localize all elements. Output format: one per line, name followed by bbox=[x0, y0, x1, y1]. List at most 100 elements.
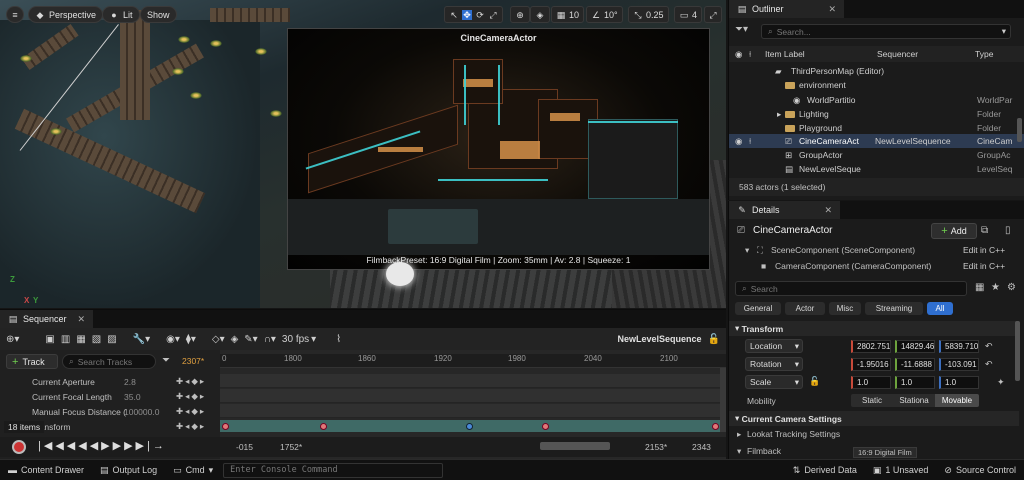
track-row[interactable]: Manual Focus Distance (100000.0 ✚◂◆▸ bbox=[0, 404, 220, 419]
reset-icon[interactable]: ↶ bbox=[985, 359, 993, 370]
scale-z[interactable]: 1.0 bbox=[939, 376, 979, 389]
pen-icon[interactable]: ✎▾ bbox=[244, 334, 257, 345]
film-icon[interactable]: ▦ bbox=[76, 334, 85, 345]
outliner-row[interactable]: ▸ Lighting Folder bbox=[729, 107, 1024, 121]
lock-icon[interactable]: 🔓 bbox=[809, 376, 820, 387]
actor-name[interactable]: CineCameraActor bbox=[753, 225, 832, 236]
playback-controls[interactable]: |◀◀◀◀◀▶▶▶▶|→ bbox=[38, 439, 167, 452]
visibility-icon[interactable]: ◉ bbox=[735, 136, 742, 147]
keyframe[interactable] bbox=[542, 423, 549, 430]
lock-icon[interactable]: 🔓 bbox=[708, 334, 720, 345]
keyframe[interactable] bbox=[712, 423, 719, 430]
location-dropdown[interactable]: Location ▾ bbox=[745, 339, 803, 353]
filter-funnel-icon[interactable]: ⏷ bbox=[162, 355, 170, 366]
key-controls-icon[interactable]: ✚◂◆▸ bbox=[176, 421, 206, 432]
range-start[interactable]: 1752* bbox=[280, 442, 302, 452]
edit-in-cpp-link[interactable]: Edit in C++ bbox=[963, 261, 1005, 271]
track-row[interactable]: Current Aperture 2.8 ✚◂◆▸ bbox=[0, 374, 220, 389]
outliner-row[interactable]: ◉ WorldPartitio WorldPar bbox=[729, 93, 1024, 107]
pin-icon[interactable]: ⍿ bbox=[749, 136, 751, 147]
scale-y[interactable]: 1.0 bbox=[895, 376, 935, 389]
filmback-row[interactable]: ▾ Filmback 16:9 Digital Film bbox=[729, 446, 1019, 459]
fps-dropdown[interactable]: 30 fps ▾ bbox=[282, 334, 316, 345]
lookat-row[interactable]: ▸ Lookat Tracking Settings bbox=[729, 429, 1019, 443]
pick-icon[interactable]: ✦ bbox=[997, 377, 1005, 388]
render-icon[interactable]: ▧ bbox=[92, 334, 101, 345]
filter-general[interactable]: General bbox=[735, 302, 781, 315]
curve-editor-icon[interactable]: ⌇ bbox=[336, 334, 341, 345]
key-controls-icon[interactable]: ✚◂◆▸ bbox=[176, 406, 206, 417]
add-track-button[interactable]: + Track bbox=[6, 354, 58, 369]
grid-snap-button[interactable]: ▦ 10 bbox=[551, 6, 585, 23]
derived-data-button[interactable]: ⇅ Derived Data bbox=[785, 460, 865, 480]
viewport-menu-button[interactable]: ≡ bbox=[6, 6, 24, 23]
close-icon[interactable]: ✕ bbox=[829, 4, 837, 15]
key-controls-icon[interactable]: ✚◂◆▸ bbox=[176, 391, 206, 402]
edit-in-cpp-link[interactable]: Edit in C++ bbox=[963, 245, 1005, 255]
save-as-icon[interactable]: ▥ bbox=[61, 334, 70, 345]
outliner-row[interactable]: ▤ NewLevelSeque LevelSeq bbox=[729, 162, 1024, 176]
current-frame[interactable]: 2307* bbox=[182, 356, 204, 366]
close-icon[interactable]: ✕ bbox=[78, 314, 86, 325]
maximize-viewport-button[interactable]: ⤢ bbox=[704, 6, 722, 23]
transform-key-lane[interactable] bbox=[220, 420, 720, 432]
location-x[interactable]: 2802.751 bbox=[851, 340, 891, 353]
component-row[interactable]: ▾ ⛶ SceneComponent (SceneComponent) Edit in… bbox=[729, 245, 1019, 259]
more-icon[interactable]: ▯ bbox=[1005, 225, 1011, 236]
filmback-dropdown[interactable]: 16:9 Digital Film bbox=[853, 447, 917, 458]
filter-misc[interactable]: Misc bbox=[829, 302, 861, 315]
mobility-movable[interactable]: Movable bbox=[935, 394, 979, 407]
type-column[interactable]: Type bbox=[975, 49, 993, 59]
track-value[interactable]: 100000.0 bbox=[124, 407, 159, 417]
show-button[interactable]: Show bbox=[140, 6, 177, 23]
unsaved-button[interactable]: ▣ 1 Unsaved bbox=[865, 460, 937, 480]
add-component-button[interactable]: + Add bbox=[931, 223, 977, 239]
console-input[interactable]: Enter Console Command bbox=[223, 462, 444, 478]
rotation-y[interactable]: -11.6888 bbox=[895, 358, 935, 371]
track-lane[interactable] bbox=[220, 404, 720, 418]
keyframe-selected[interactable] bbox=[466, 423, 473, 430]
track-search[interactable]: ⌕ Search Tracks bbox=[62, 354, 156, 369]
rotate-icon[interactable]: ⟳ bbox=[475, 10, 485, 20]
angle-snap-button[interactable]: ∠ 10° bbox=[586, 6, 623, 23]
outliner-row[interactable]: ⊞ GroupActor GroupAc bbox=[729, 148, 1024, 162]
settings-icon[interactable]: ⚙ bbox=[1007, 282, 1016, 293]
camera-speed-button[interactable]: ▭ 4 bbox=[674, 6, 703, 23]
save-icon[interactable]: ▣ bbox=[45, 334, 54, 345]
sequencer-column[interactable]: Sequencer bbox=[877, 49, 918, 59]
outliner-row-selected[interactable]: ◉ ⍿ ⎚ CineCameraAct NewLevelSequence CineCam bbox=[729, 134, 1024, 148]
outliner-tab[interactable]: ▤ Outliner ✕ bbox=[729, 0, 845, 18]
range-end-right[interactable]: 2343 bbox=[692, 442, 711, 452]
track-row[interactable]: Current Focal Length 35.0 ✚◂◆▸ bbox=[0, 389, 220, 404]
outliner-search[interactable]: ⌕ Search... ▾ bbox=[761, 24, 1011, 39]
level-viewport[interactable]: ≡ ◆ Perspective ● Lit Show ↖ ✥ ⟳ ⤢ ⊕ ◈ ▦ 10… bbox=[0, 0, 726, 308]
key-icon[interactable]: ◇▾ bbox=[212, 334, 225, 345]
range-start-left[interactable]: -015 bbox=[236, 442, 253, 452]
sequencer-tab[interactable]: ▤ Sequencer ✕ bbox=[0, 310, 94, 328]
track-value[interactable]: 2.8 bbox=[124, 377, 136, 387]
mobility-stationary[interactable]: Stationa bbox=[893, 394, 935, 407]
rotation-x[interactable]: -1.95016 bbox=[851, 358, 891, 371]
filter-icon[interactable]: ⧫▾ bbox=[186, 334, 196, 345]
outliner-row[interactable]: Playground Folder bbox=[729, 121, 1024, 135]
keyframe[interactable] bbox=[222, 423, 229, 430]
scale-x[interactable]: 1.0 bbox=[851, 376, 891, 389]
eye-icon[interactable]: ◉▾ bbox=[166, 334, 180, 345]
star-icon[interactable]: ★ bbox=[991, 282, 1000, 293]
mobility-static[interactable]: Static bbox=[851, 394, 893, 407]
camera-cut-icon[interactable]: ▨ bbox=[107, 334, 116, 345]
world-icon[interactable]: ⊕▾ bbox=[6, 334, 19, 345]
content-drawer-button[interactable]: ▬ Content Drawer bbox=[0, 460, 92, 480]
track-lane[interactable] bbox=[220, 389, 720, 403]
perspective-button[interactable]: ◆ Perspective bbox=[28, 6, 104, 23]
surface-snap-toggle[interactable]: ◈ bbox=[530, 6, 550, 23]
reset-icon[interactable]: ↶ bbox=[985, 341, 993, 352]
rotation-z[interactable]: -103.091 bbox=[939, 358, 979, 371]
details-scrollbar[interactable] bbox=[1015, 321, 1020, 381]
key-auto-icon[interactable]: ◈ bbox=[231, 334, 239, 345]
source-control-button[interactable]: ⊘ Source Control bbox=[936, 460, 1024, 480]
timeline-scrollbar[interactable] bbox=[720, 368, 726, 432]
translate-icon[interactable]: ✥ bbox=[462, 9, 472, 20]
close-icon[interactable]: ✕ bbox=[825, 205, 833, 216]
lit-button[interactable]: ● Lit bbox=[102, 6, 140, 23]
